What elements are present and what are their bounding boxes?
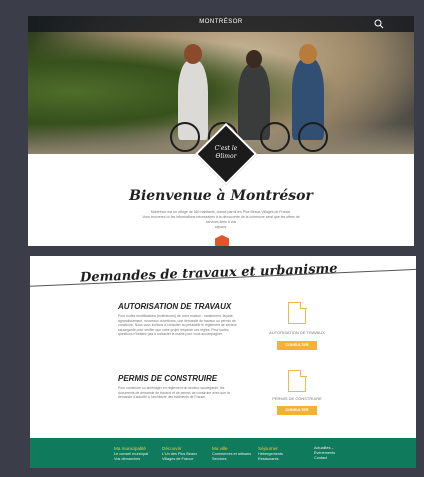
top-navigation: MONTRÉSOR — [28, 16, 414, 32]
pdf-document-icon[interactable] — [288, 301, 307, 324]
urbanisme-screenshot: Demandes de travaux et urbanisme AUTORIS… — [30, 256, 416, 468]
welcome-intro: Montrésor est un village de 350 habitant… — [142, 210, 300, 229]
footer-col-ville: Ma ville Commerces et artisans Services — [212, 446, 251, 462]
logo-text: C'est le Ѳlimor — [214, 145, 238, 160]
scroll-down-badge[interactable] — [215, 235, 229, 246]
footer-link[interactable]: Vos démarches — [114, 457, 148, 462]
travaux-text: Pour toutes modifications (extérieures) … — [118, 314, 237, 337]
footer-link[interactable]: Services — [212, 457, 251, 462]
footer-link[interactable]: Restaurants — [258, 457, 283, 462]
search-icon[interactable] — [374, 19, 384, 29]
footer-link[interactable]: Contact — [314, 456, 335, 461]
footer-col-decouvrir: Découvrir L'Un des Plus Beaux Villages d… — [162, 446, 197, 462]
homepage-screenshot: MONTRÉSOR C'est le Ѳlimor Bienvenue à Mo… — [28, 16, 414, 246]
site-name[interactable]: MONTRÉSOR — [28, 19, 414, 25]
footer-col-sejourner: Séjourner Hébergements Restaurants — [258, 446, 283, 462]
travaux-doc-caption: AUTORISATION DE TRAVAUX — [269, 330, 325, 335]
pdf-document-icon[interactable] — [288, 369, 307, 392]
footer-col-municipalite: Ma municipalité Le conseil municipal Vos… — [114, 446, 148, 462]
travaux-title: AUTORISATION DE TRAVAUX — [118, 302, 232, 311]
permis-doc-caption: PERMIS DE CONSTRUIRE — [272, 396, 322, 401]
permis-consult-button[interactable]: CONSULTER — [277, 406, 317, 415]
footer-col-actualites: Actualités – Événements Contact — [314, 446, 335, 461]
permis-title: PERMIS DE CONSTRUIRE — [118, 374, 218, 383]
travaux-consult-button[interactable]: CONSULTER — [277, 341, 317, 350]
welcome-title: Bienvenue à Montrésor — [129, 188, 313, 204]
footer-link[interactable]: Villages de France — [162, 457, 197, 462]
site-footer: Ma municipalité Le conseil municipal Vos… — [30, 438, 416, 468]
permis-text: Pour construire ou aménager en règlement… — [118, 386, 230, 400]
